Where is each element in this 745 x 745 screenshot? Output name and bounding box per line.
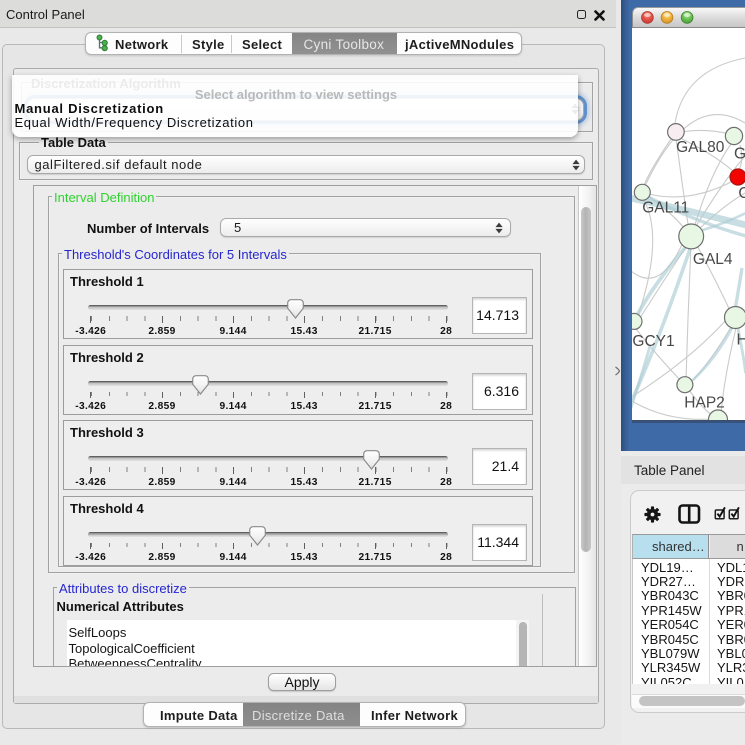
svg-text:H: H — [736, 331, 745, 348]
svg-text:C: C — [738, 185, 745, 202]
svg-text:GAL4: GAL4 — [692, 250, 732, 267]
svg-text:GAL80: GAL80 — [676, 138, 725, 155]
svg-text:HAP2: HAP2 — [684, 394, 725, 411]
svg-text:G.: G. — [734, 145, 745, 162]
svg-text:GAL11: GAL11 — [642, 199, 689, 216]
svg-text:GCY1: GCY1 — [632, 332, 674, 349]
